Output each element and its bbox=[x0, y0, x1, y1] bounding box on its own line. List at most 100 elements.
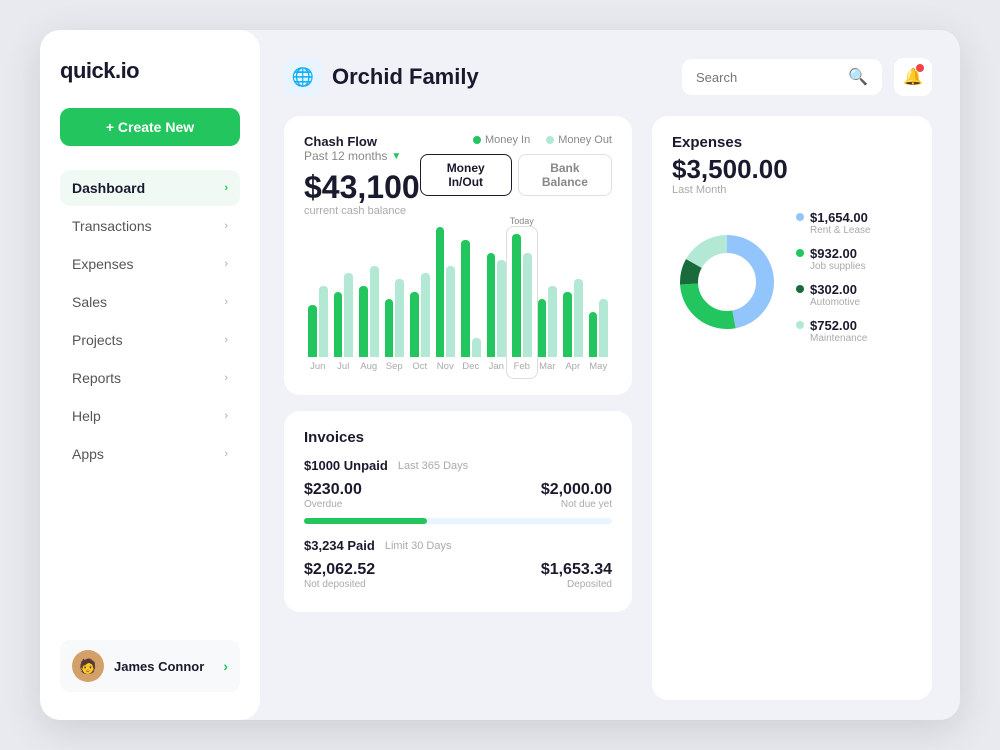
bar-group-may bbox=[589, 299, 609, 358]
toggle-bank-balance[interactable]: Bank Balance bbox=[518, 154, 612, 196]
expenses-content: $1,654.00 Rent & Lease $932.00 Job suppl… bbox=[672, 210, 912, 354]
bar-label-nov: Nov bbox=[436, 361, 456, 372]
bar-group-apr bbox=[563, 279, 583, 357]
bar-money-in bbox=[512, 234, 521, 358]
bar-label-jan: Jan bbox=[487, 361, 507, 372]
search-input[interactable] bbox=[696, 70, 848, 85]
bar-group-nov bbox=[436, 227, 456, 357]
bar-money-in bbox=[563, 292, 572, 357]
cashflow-period: Past 12 months ▼ bbox=[304, 149, 420, 163]
paid-badge: $3,234 Paid bbox=[304, 538, 375, 553]
sidebar: quick.io + Create New Dashboard›Transact… bbox=[40, 30, 260, 720]
nav-chevron-icon: › bbox=[224, 258, 228, 270]
nav-chevron-icon: › bbox=[224, 372, 228, 384]
bar-label-apr: Apr bbox=[563, 361, 583, 372]
expense-item: $752.00 Maintenance bbox=[796, 318, 912, 344]
content-grid: Chash Flow Past 12 months ▼ $43,100 curr… bbox=[284, 116, 932, 700]
bar-label-aug: Aug bbox=[359, 361, 379, 372]
bar-money-in bbox=[461, 240, 470, 357]
deposited-amount: $1,653.34 bbox=[541, 561, 612, 579]
legend-money-out: Money Out bbox=[546, 134, 612, 146]
bar-group-mar bbox=[538, 286, 558, 358]
bar-money-in bbox=[359, 286, 368, 358]
org-name: Orchid Family bbox=[332, 64, 682, 90]
paid-period: Limit 30 Days bbox=[385, 540, 452, 552]
bar-group-aug bbox=[359, 266, 379, 357]
cashflow-title: Chash Flow bbox=[304, 134, 420, 149]
bar-money-out bbox=[574, 279, 583, 357]
bar-money-out bbox=[344, 273, 353, 358]
nav-chevron-icon: › bbox=[224, 334, 228, 346]
unpaid-badge: $1000 Unpaid bbox=[304, 458, 388, 473]
expense-item: $932.00 Job supplies bbox=[796, 246, 912, 272]
bar-money-out bbox=[370, 266, 379, 357]
bar-money-in bbox=[538, 299, 547, 358]
bar-label-oct: Oct bbox=[410, 361, 430, 372]
sidebar-item-help[interactable]: Help› bbox=[60, 398, 240, 434]
bar-money-in bbox=[436, 227, 445, 357]
not-deposited-label: Not deposited bbox=[304, 579, 375, 590]
sidebar-item-dashboard[interactable]: Dashboard› bbox=[60, 170, 240, 206]
sidebar-item-sales[interactable]: Sales› bbox=[60, 284, 240, 320]
bar-money-out bbox=[395, 279, 404, 357]
sidebar-item-projects[interactable]: Projects› bbox=[60, 322, 240, 358]
bar-group-jun bbox=[308, 286, 328, 358]
expense-item: $302.00 Automotive bbox=[796, 282, 912, 308]
bar-money-out bbox=[599, 299, 608, 358]
cashflow-card: Chash Flow Past 12 months ▼ $43,100 curr… bbox=[284, 116, 632, 395]
sidebar-item-transactions[interactable]: Transactions› bbox=[60, 208, 240, 244]
bar-money-in bbox=[385, 299, 394, 358]
bar-label-may: May bbox=[589, 361, 609, 372]
deposited-label: Deposited bbox=[541, 579, 612, 590]
bar-money-out bbox=[446, 266, 455, 357]
overdue-block: $230.00 Overdue bbox=[304, 481, 362, 510]
create-new-button[interactable]: + Create New bbox=[60, 108, 240, 146]
bar-label-mar: Mar bbox=[538, 361, 558, 372]
not-due-label: Not due yet bbox=[541, 499, 612, 510]
overdue-amount: $230.00 bbox=[304, 481, 362, 499]
bar-money-out bbox=[497, 260, 506, 358]
bar-group-jul bbox=[334, 273, 354, 358]
toggle-money-in-out[interactable]: Money In/Out bbox=[420, 154, 512, 196]
expense-dot bbox=[796, 249, 804, 257]
header: 🌐 Orchid Family 🔍 🔔 bbox=[284, 58, 932, 96]
search-icon: 🔍 bbox=[848, 67, 868, 87]
notification-button[interactable]: 🔔 bbox=[894, 58, 932, 96]
bar-label-sep: Sep bbox=[385, 361, 405, 372]
legend-money-in: Money In bbox=[473, 134, 530, 146]
logo: quick.io bbox=[60, 58, 240, 84]
bar-money-in bbox=[308, 305, 317, 357]
overdue-label: Overdue bbox=[304, 499, 362, 510]
avatar: 🧑 bbox=[72, 650, 104, 682]
app-container: quick.io + Create New Dashboard›Transact… bbox=[40, 30, 960, 720]
balance-label: current cash balance bbox=[304, 205, 420, 217]
sidebar-item-expenses[interactable]: Expenses› bbox=[60, 246, 240, 282]
user-chevron-icon: › bbox=[223, 658, 228, 674]
unpaid-period: Last 365 Days bbox=[398, 460, 468, 472]
paid-amounts: $2,062.52 Not deposited $1,653.34 Deposi… bbox=[304, 561, 612, 590]
unpaid-amounts: $230.00 Overdue $2,000.00 Not due yet bbox=[304, 481, 612, 510]
sidebar-item-reports[interactable]: Reports› bbox=[60, 360, 240, 396]
bar-money-in bbox=[487, 253, 496, 357]
invoices-title: Invoices bbox=[304, 429, 612, 446]
expenses-card: Expenses $3,500.00 Last Month bbox=[652, 116, 932, 700]
not-deposited-amount: $2,062.52 bbox=[304, 561, 375, 579]
progress-bar-background bbox=[304, 518, 612, 524]
expenses-total: $3,500.00 bbox=[672, 155, 912, 184]
sidebar-item-apps[interactable]: Apps› bbox=[60, 436, 240, 472]
bar-group-oct bbox=[410, 273, 430, 358]
bar-group-feb: Today bbox=[512, 234, 532, 358]
bar-money-out bbox=[523, 253, 532, 357]
expense-dot bbox=[796, 285, 804, 293]
expense-dot bbox=[796, 213, 804, 221]
donut-chart bbox=[672, 227, 782, 337]
nav-chevron-icon: › bbox=[224, 220, 228, 232]
nav-chevron-icon: › bbox=[224, 410, 228, 422]
not-deposited-block: $2,062.52 Not deposited bbox=[304, 561, 375, 590]
bar-label-dec: Dec bbox=[461, 361, 481, 372]
not-due-block: $2,000.00 Not due yet bbox=[541, 481, 612, 510]
user-profile[interactable]: 🧑 James Connor › bbox=[60, 640, 240, 692]
main-content: 🌐 Orchid Family 🔍 🔔 Chash Flow bbox=[260, 30, 960, 720]
bar-money-out bbox=[319, 286, 328, 358]
period-arrow-icon: ▼ bbox=[391, 151, 401, 162]
